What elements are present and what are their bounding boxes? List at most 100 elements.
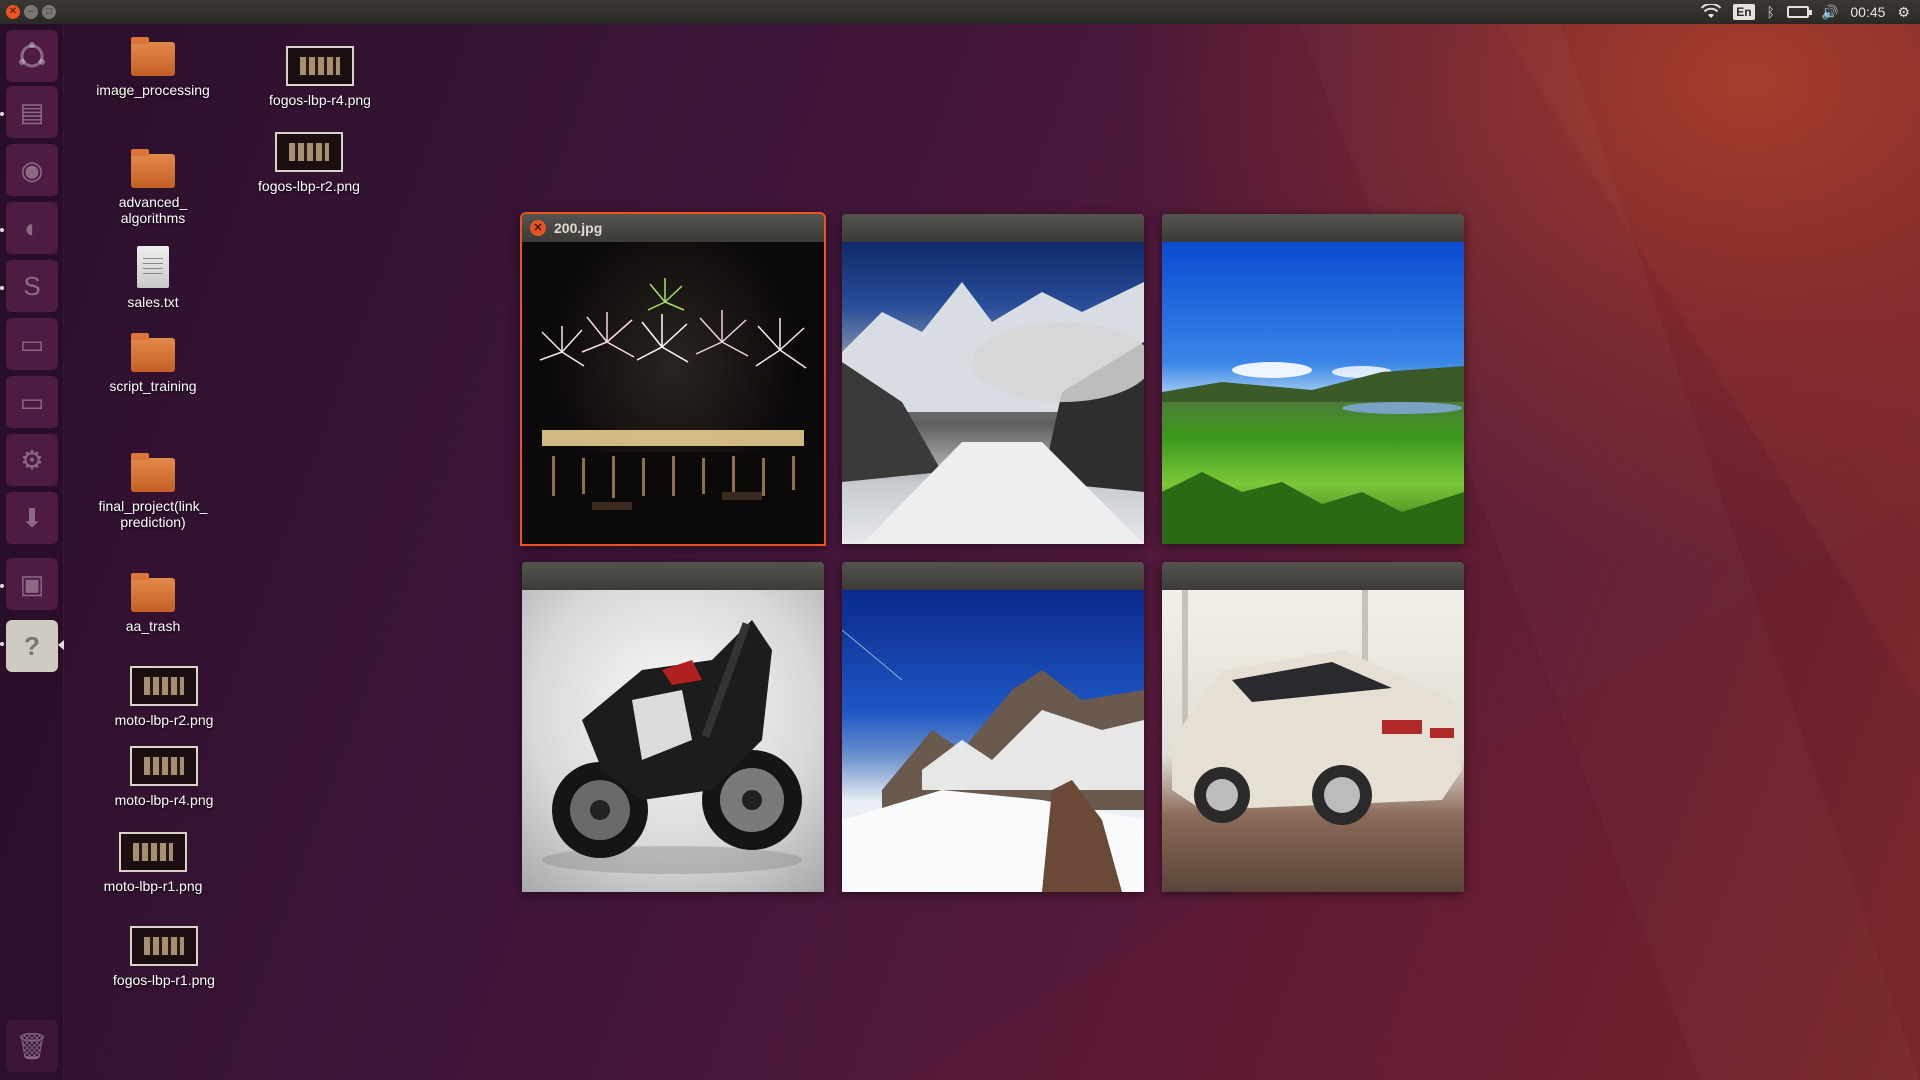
bluetooth-icon[interactable]: ᛒ: [1767, 4, 1775, 20]
drive-icon: ▭: [19, 386, 45, 417]
image-viewer-icon: ▣: [19, 568, 45, 599]
desktop-icon-label: final_project(link_ prediction): [98, 498, 208, 530]
close-icon[interactable]: ✕: [530, 220, 546, 236]
folder-icon: [131, 573, 175, 612]
gear-icon[interactable]: ⚙: [1897, 4, 1910, 21]
window-titlebar: [1162, 562, 1464, 590]
wifi-icon[interactable]: [1701, 4, 1722, 20]
photo-motorcycle: [522, 590, 824, 892]
minimize-icon[interactable]: –: [24, 5, 38, 19]
launcher-running-indicator: [0, 286, 4, 290]
window-title: 200.jpg: [554, 220, 603, 236]
launcher-running-indicator: [0, 112, 4, 116]
download-icon: ⬇: [21, 502, 43, 533]
desktop-icon-moto-lbp-r2[interactable]: moto-lbp-r2.png: [94, 666, 234, 728]
spread-window-200-jpg[interactable]: ✕ 200.jpg: [522, 214, 824, 544]
window-titlebar: [842, 562, 1144, 590]
launcher: ▤ ◉ ◐ S ▭ ▭ ⚙ ⬇ ▣ ? 🗑: [0, 24, 64, 1080]
folder-icon: [131, 333, 175, 372]
photo-glacier: [842, 242, 1144, 544]
desktop-icon-moto-lbp-r1[interactable]: moto-lbp-r1.png: [83, 832, 223, 894]
launcher-focus-indicator: [58, 640, 64, 650]
image-thumbnail-icon: [286, 46, 354, 86]
volume-icon[interactable]: 🔊: [1821, 4, 1838, 21]
spread-window-2[interactable]: [842, 214, 1144, 544]
image-thumbnail-icon: [275, 132, 343, 172]
trash-icon: 🗑: [15, 1030, 49, 1061]
close-icon[interactable]: ✕: [6, 5, 20, 19]
spread-window-3[interactable]: [1162, 214, 1464, 544]
desktop-icon-fogos-lbp-r1[interactable]: fogos-lbp-r1.png: [94, 926, 234, 988]
photo-snowy-mountain: [842, 590, 1144, 892]
photo-car: [1162, 590, 1464, 892]
desktop-icon-label: moto-lbp-r4.png: [114, 792, 214, 808]
desktop-icon-label: aa_trash: [125, 618, 181, 634]
spread-window-6[interactable]: [1162, 562, 1464, 892]
desktop-icon-label: sales.txt: [127, 294, 179, 310]
launcher-running-indicator: [0, 584, 4, 588]
desktop-icon-fogos-lbp-r4[interactable]: fogos-lbp-r4.png: [250, 46, 390, 108]
battery-icon[interactable]: [1786, 6, 1812, 18]
desktop-icon-label: moto-lbp-r2.png: [114, 712, 214, 728]
spread-window-4[interactable]: [522, 562, 824, 892]
launcher-running-indicator: [0, 228, 4, 232]
help-icon: ?: [24, 630, 40, 661]
desktop-icon-aa-trash[interactable]: aa_trash: [83, 573, 223, 634]
desktop-icon-label: fogos-lbp-r1.png: [113, 972, 215, 988]
launcher-item-image-viewer[interactable]: ▣: [6, 558, 58, 610]
photo-fireworks: [522, 242, 824, 544]
folder-icon: [131, 149, 175, 188]
clock[interactable]: 00:45: [1850, 4, 1885, 20]
launcher-item-downloads[interactable]: ⬇: [6, 492, 58, 544]
desktop-icon-moto-lbp-r4[interactable]: moto-lbp-r4.png: [94, 746, 234, 808]
text-file-icon: [137, 246, 169, 288]
indicator-area: En ᛒ 🔊 00:45 ⚙: [1701, 4, 1920, 21]
desktop-icon-label: fogos-lbp-r2.png: [258, 178, 360, 194]
launcher-item-sublime-text[interactable]: S: [6, 260, 58, 312]
desktop-icon-image-processing[interactable]: image_processing: [83, 37, 223, 98]
browser-icon: ◉: [20, 154, 44, 185]
window-titlebar: [522, 562, 824, 590]
ubuntu-logo-icon: [19, 42, 45, 68]
window-titlebar: ✕ 200.jpg: [522, 214, 824, 242]
image-thumbnail-icon: [119, 832, 187, 872]
desktop-icon-label: fogos-lbp-r4.png: [269, 92, 371, 108]
text-editor-icon: S: [23, 270, 41, 301]
maximize-icon[interactable]: □: [42, 5, 56, 19]
desktop-icon-fogos-lbp-r2[interactable]: fogos-lbp-r2.png: [239, 132, 379, 194]
gear-icon: ⚙: [20, 444, 44, 475]
window-titlebar: [842, 214, 1144, 242]
window-controls: ✕ – □: [0, 5, 56, 19]
image-thumbnail-icon: [130, 746, 198, 786]
image-thumbnail-icon: [130, 926, 198, 966]
launcher-item-files[interactable]: ▤: [6, 86, 58, 138]
launcher-item-system-settings[interactable]: ⚙: [6, 434, 58, 486]
drive-icon: ▭: [19, 328, 45, 359]
photo-green-field: [1162, 242, 1464, 544]
desktop-icon-sales-txt[interactable]: sales.txt: [83, 246, 223, 310]
desktop-icon-label: moto-lbp-r1.png: [103, 878, 203, 894]
desktop-icon-final-project[interactable]: final_project(link_ prediction): [83, 453, 223, 530]
launcher-item-help[interactable]: ?: [6, 620, 58, 672]
launcher-item-trash[interactable]: 🗑: [6, 1020, 58, 1072]
spread-window-5[interactable]: [842, 562, 1144, 892]
desktop-icon-label: image_processing: [96, 82, 210, 98]
desktop-icon-label: advanced_ algorithms: [118, 194, 188, 226]
keyboard-layout-indicator[interactable]: En: [1733, 4, 1755, 20]
launcher-item-chrome[interactable]: ◉: [6, 144, 58, 196]
top-panel: ✕ – □ En ᛒ 🔊 00:45 ⚙: [0, 0, 1920, 24]
window-titlebar: [1162, 214, 1464, 242]
launcher-running-indicator: [0, 642, 4, 646]
dash-home-button[interactable]: [6, 30, 58, 82]
folder-icon: [131, 453, 175, 492]
launcher-item-firefox[interactable]: ◐: [6, 202, 58, 254]
folder-icon: [131, 37, 175, 76]
desktop-icon-advanced-algorithms[interactable]: advanced_ algorithms: [83, 149, 223, 226]
launcher-item-drive-1[interactable]: ▭: [6, 318, 58, 370]
firefox-icon: ◐: [24, 212, 40, 243]
file-cabinet-icon: ▤: [19, 96, 45, 127]
desktop-icon-label: script_training: [109, 378, 197, 394]
launcher-item-drive-2[interactable]: ▭: [6, 376, 58, 428]
image-thumbnail-icon: [130, 666, 198, 706]
desktop-icon-script-training[interactable]: script_training: [83, 333, 223, 394]
